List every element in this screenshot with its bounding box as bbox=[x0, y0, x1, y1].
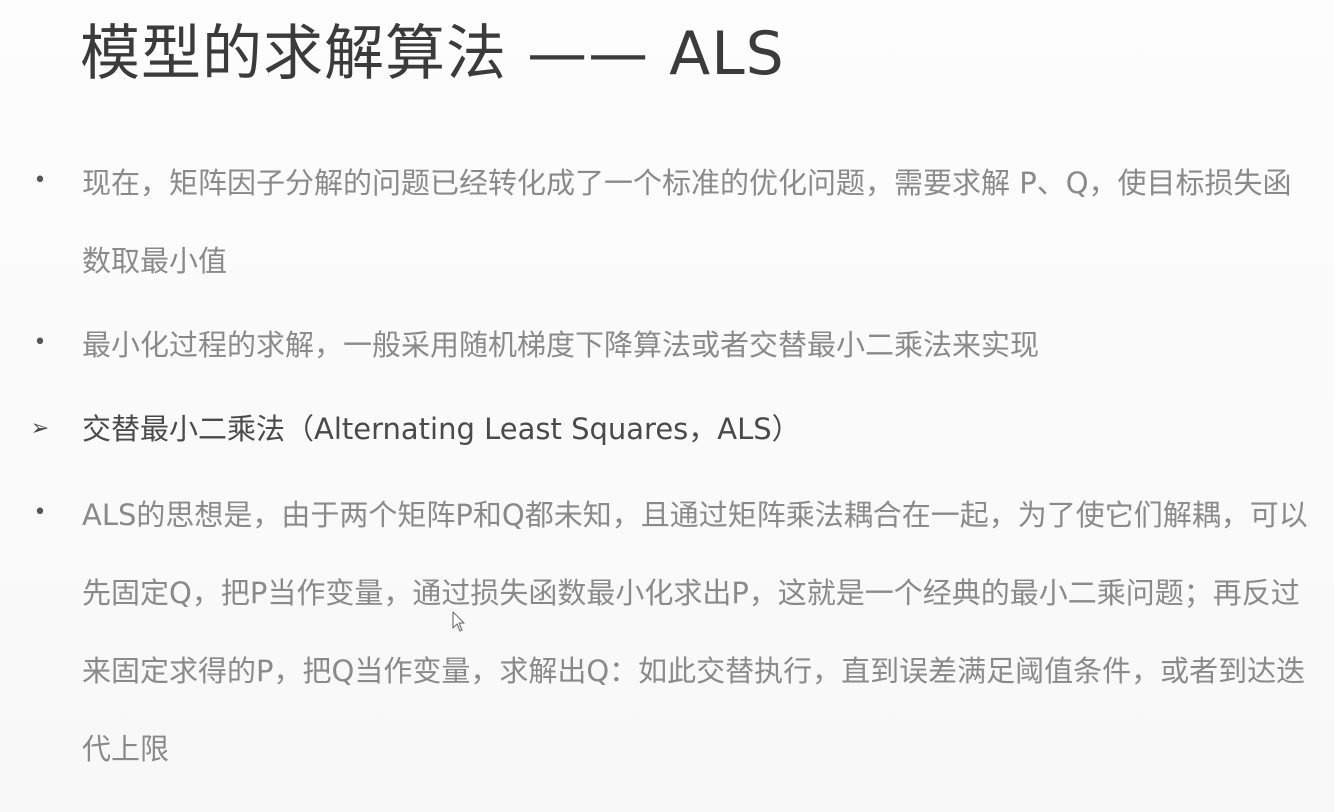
slide-title: 模型的求解算法 —— ALS bbox=[80, 19, 785, 89]
bullet-dot-icon: • bbox=[33, 168, 47, 193]
bullet-text-3: ALS的思想是，由于两个矩阵P和Q都未知，且通过矩阵乘法耦合在一起，为了使它们解… bbox=[82, 498, 1308, 766]
bullet-text-1: 现在，矩阵因子分解的问题已经转化成了一个标准的优化问题，需要求解 P、Q，使目标… bbox=[82, 166, 1292, 278]
bullet-dot-icon: • bbox=[33, 330, 47, 355]
bullet-dot-icon: • bbox=[33, 500, 47, 525]
sub-heading-text: 交替最小二乘法（Alternating Least Squares，ALS） bbox=[82, 412, 801, 446]
slide: 模型的求解算法 —— ALS • 现在，矩阵因子分解的问题已经转化成了一个标准的… bbox=[0, 0, 1334, 812]
arrow-bullet-icon: ➢ bbox=[30, 416, 50, 441]
mouse-pointer-icon bbox=[452, 611, 465, 632]
bullet-text-2: 最小化过程的求解，一般采用随机梯度下降算法或者交替最小二乘法来实现 bbox=[82, 328, 1040, 362]
